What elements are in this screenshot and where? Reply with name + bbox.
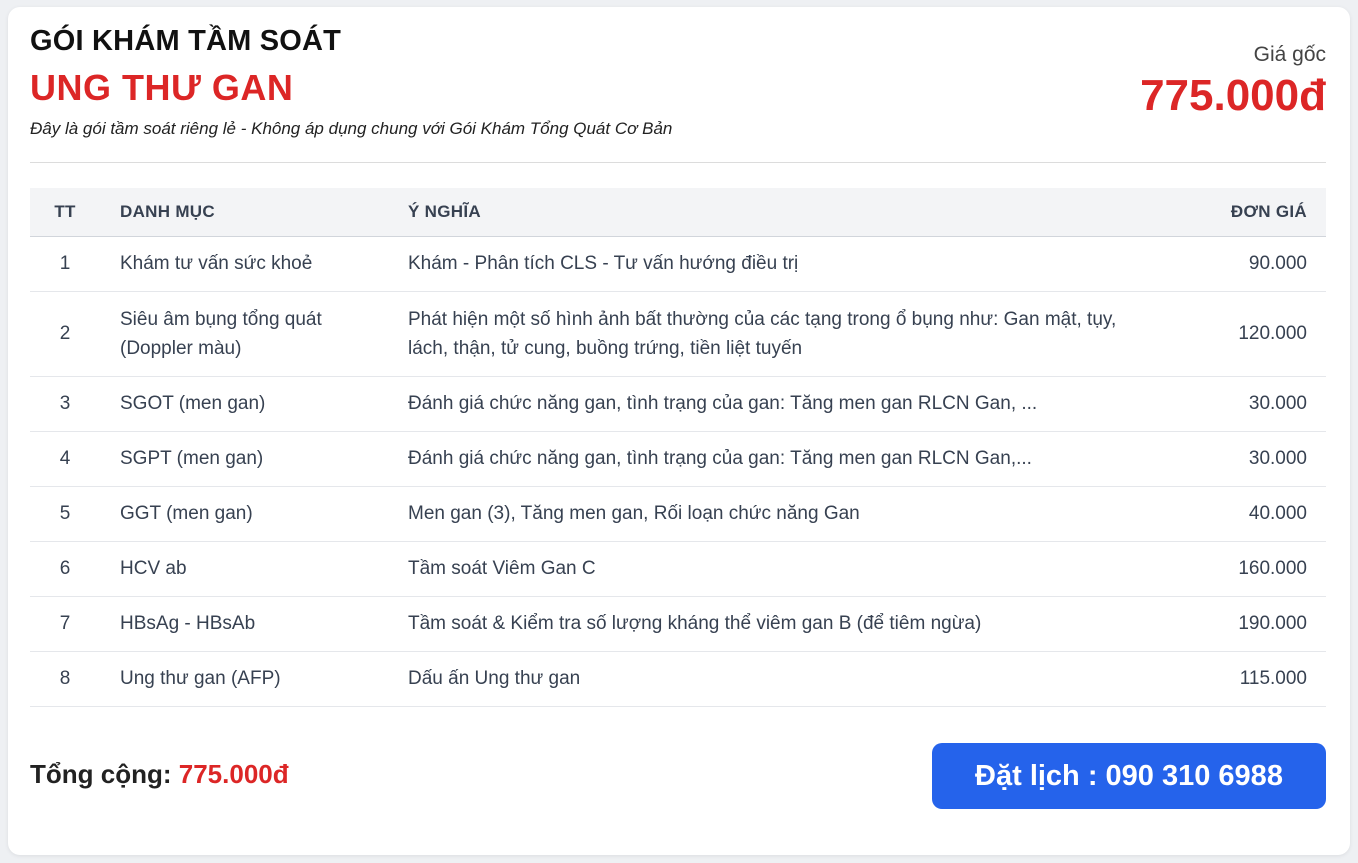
row-tt: 2 — [30, 291, 100, 377]
total-summary: Tổng cộng: 775.000đ — [30, 759, 289, 790]
table-row: 8 Ung thư gan (AFP) Dấu ấn Ung thư gan 1… — [30, 651, 1326, 707]
row-tt: 4 — [30, 431, 100, 487]
row-tt: 5 — [30, 486, 100, 542]
original-price-value: 775.000đ — [1140, 71, 1326, 120]
row-name: HBsAg - HBsAb — [100, 596, 388, 652]
row-tt: 6 — [30, 541, 100, 597]
row-meaning: Khám - Phân tích CLS - Tư vấn hướng điều… — [388, 236, 1156, 292]
row-price: 30.000 — [1156, 376, 1326, 432]
row-name: SGPT (men gan) — [100, 431, 388, 487]
package-header: GÓI KHÁM TẦM SOÁT UNG THƯ GAN Đây là gói… — [30, 25, 1326, 163]
table-row: 4 SGPT (men gan) Đánh giá chức năng gan,… — [30, 431, 1326, 487]
header-price: ĐƠN GIÁ — [1156, 188, 1326, 237]
table-row: 1 Khám tư vấn sức khoẻ Khám - Phân tích … — [30, 236, 1326, 292]
row-price: 160.000 — [1156, 541, 1326, 597]
table-row: 5 GGT (men gan) Men gan (3), Tăng men ga… — [30, 486, 1326, 542]
row-meaning: Tầm soát Viêm Gan C — [388, 541, 1156, 597]
row-meaning: Men gan (3), Tăng men gan, Rối loạn chức… — [388, 486, 1156, 542]
table-row: 7 HBsAg - HBsAb Tầm soát & Kiểm tra số l… — [30, 596, 1326, 652]
row-tt: 7 — [30, 596, 100, 652]
total-value: 775.000đ — [178, 759, 289, 789]
table-row: 2 Siêu âm bụng tổng quát (Doppler màu) P… — [30, 291, 1326, 377]
row-name: HCV ab — [100, 541, 388, 597]
book-appointment-button[interactable]: Đặt lịch : 090 310 6988 — [932, 743, 1326, 809]
row-meaning: Dấu ấn Ung thư gan — [388, 651, 1156, 707]
row-price: 40.000 — [1156, 486, 1326, 542]
row-name: Khám tư vấn sức khoẻ — [100, 236, 388, 292]
header-name: DANH MỤC — [100, 188, 388, 237]
row-tt: 3 — [30, 376, 100, 432]
header-meaning: Ý NGHĨA — [388, 188, 1156, 237]
package-subtitle-title: UNG THƯ GAN — [30, 67, 294, 108]
row-name: SGOT (men gan) — [100, 376, 388, 432]
row-meaning: Đánh giá chức năng gan, tình trạng của g… — [388, 431, 1156, 487]
row-meaning: Phát hiện một số hình ảnh bất thường của… — [388, 291, 1156, 377]
table-header-row: TT DANH MỤC Ý NGHĨA ĐƠN GIÁ — [30, 188, 1326, 237]
row-meaning: Đánh giá chức năng gan, tình trạng của g… — [388, 376, 1156, 432]
header-tt: TT — [30, 188, 100, 237]
row-tt: 1 — [30, 236, 100, 292]
package-card: GÓI KHÁM TẦM SOÁT UNG THƯ GAN Đây là gói… — [8, 7, 1350, 855]
package-note: Đây là gói tầm soát riêng lẻ - Không áp … — [30, 119, 673, 138]
row-price: 30.000 — [1156, 431, 1326, 487]
table-row: 3 SGOT (men gan) Đánh giá chức năng gan,… — [30, 376, 1326, 432]
row-tt: 8 — [30, 651, 100, 707]
row-price: 190.000 — [1156, 596, 1326, 652]
package-title: GÓI KHÁM TẦM SOÁT — [30, 25, 342, 57]
row-name: GGT (men gan) — [100, 486, 388, 542]
services-table: TT DANH MỤC Ý NGHĨA ĐƠN GIÁ 1 Khám tư vấ… — [30, 188, 1326, 707]
row-meaning: Tầm soát & Kiểm tra số lượng kháng thể v… — [388, 596, 1156, 652]
row-name: Ung thư gan (AFP) — [100, 651, 388, 707]
total-label: Tổng cộng: — [30, 759, 172, 789]
row-price: 115.000 — [1156, 651, 1326, 707]
row-price: 120.000 — [1156, 291, 1326, 377]
table-row: 6 HCV ab Tầm soát Viêm Gan C 160.000 — [30, 541, 1326, 597]
original-price-label: Giá gốc — [1253, 43, 1326, 66]
row-price: 90.000 — [1156, 236, 1326, 292]
original-price-block: Giá gốc 775.000đ — [1140, 43, 1326, 119]
row-name: Siêu âm bụng tổng quát (Doppler màu) — [100, 291, 388, 377]
